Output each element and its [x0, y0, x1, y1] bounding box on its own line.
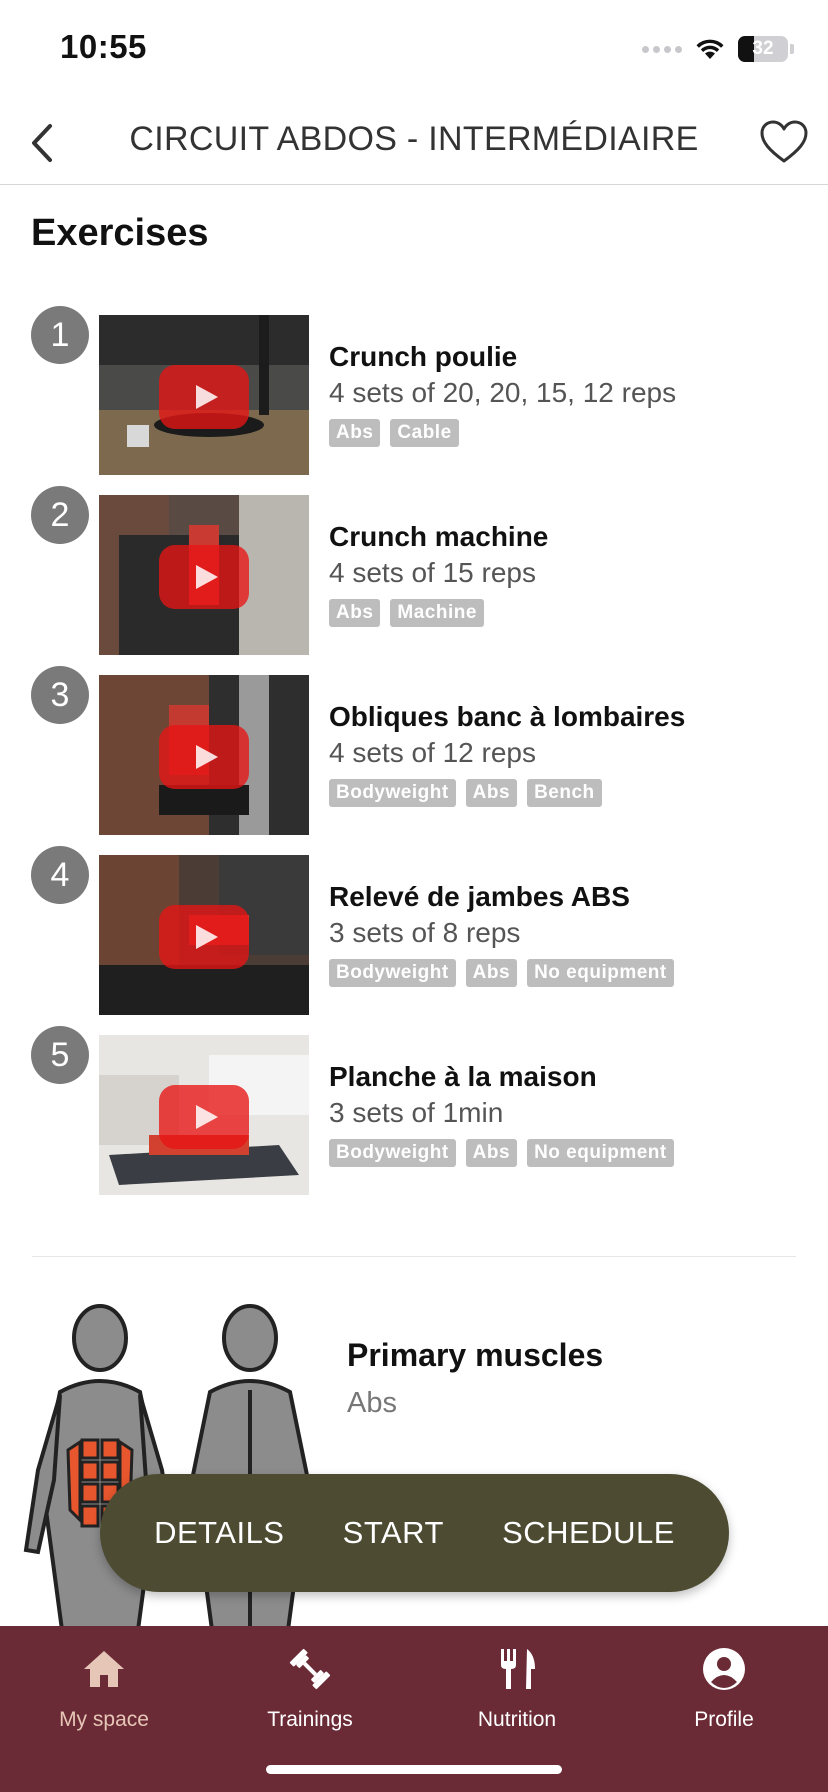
exercise-sets: 4 sets of 20, 20, 15, 12 reps	[329, 377, 677, 408]
tag: Abs	[329, 419, 381, 447]
tag: No equipment	[527, 1139, 674, 1167]
exercise-number: 1	[31, 306, 89, 364]
action-bar: DETAILS START SCHEDULE	[100, 1474, 729, 1592]
exercise-sets: 3 sets of 8 reps	[329, 917, 521, 948]
tab-label: My space	[59, 1708, 149, 1731]
tab-profile[interactable]: Profile	[649, 1644, 799, 1732]
status-bar: 10:55 32	[0, 0, 828, 100]
battery-icon: 32	[738, 36, 788, 62]
schedule-button[interactable]: SCHEDULE	[502, 1515, 675, 1551]
divider	[32, 1256, 796, 1257]
tab-label: Nutrition	[477, 1708, 557, 1731]
exercise-name: Crunch machine	[329, 521, 549, 552]
exercise-list: 1 Crunch poulie 4 sets of 20, 20, 15, 12…	[0, 300, 828, 1200]
exercise-number: 5	[31, 1026, 89, 1084]
page-title: CIRCUIT ABDOS - INTERMÉDIAIRE	[129, 120, 699, 158]
tag: Abs	[329, 599, 381, 627]
primary-muscles-title: Primary muscles	[347, 1337, 604, 1373]
exercise-name: Obliques banc à lombaires	[329, 701, 686, 732]
tag: Bodyweight	[329, 779, 456, 807]
status-icons: 32	[642, 32, 794, 66]
section-title: Exercises	[31, 212, 209, 254]
exercise-sets: 3 sets of 1min	[329, 1097, 504, 1128]
heart-outline-icon	[760, 120, 808, 163]
back-button[interactable]	[18, 118, 68, 168]
details-button[interactable]: DETAILS	[154, 1515, 284, 1551]
battery-level: 32	[752, 38, 774, 59]
wifi-icon	[696, 39, 724, 59]
tab-label: Trainings	[267, 1708, 353, 1731]
profile-icon	[703, 1648, 745, 1690]
play-icon[interactable]	[159, 545, 249, 609]
primary-muscles-value: Abs	[347, 1387, 397, 1419]
tab-trainings[interactable]: Trainings	[235, 1644, 385, 1732]
exercise-thumbnail[interactable]	[99, 855, 309, 1015]
favorite-button[interactable]	[756, 114, 812, 170]
tag: Bodyweight	[329, 1139, 456, 1167]
fork-knife-icon	[501, 1649, 535, 1689]
exercise-sets: 4 sets of 15 reps	[329, 557, 537, 588]
play-icon[interactable]	[159, 365, 249, 429]
status-time: 10:55	[60, 28, 147, 65]
exercise-thumbnail[interactable]	[99, 1035, 309, 1195]
tag: Abs	[465, 779, 518, 807]
exercise-thumbnail[interactable]	[99, 675, 309, 835]
exercise-number: 4	[31, 846, 89, 904]
tag: Abs	[465, 959, 518, 987]
exercise-item[interactable]: 3 Obliques banc à lombaires 4 sets of 12…	[0, 660, 828, 840]
tag: No equipment	[527, 959, 674, 987]
tab-nutrition[interactable]: Nutrition	[442, 1644, 592, 1732]
tab-label: Profile	[694, 1708, 754, 1731]
play-icon[interactable]	[159, 725, 249, 789]
home-indicator	[266, 1765, 562, 1774]
exercise-name: Crunch poulie	[329, 341, 518, 372]
exercise-item[interactable]: 5 Planche à la maison 3 sets of 1min Bod…	[0, 1020, 828, 1200]
tag: Machine	[390, 599, 484, 627]
header: CIRCUIT ABDOS - INTERMÉDIAIRE	[0, 100, 828, 185]
cellular-signal-icon	[642, 45, 682, 53]
tab-my-space[interactable]: My space	[29, 1644, 179, 1732]
tag: Bench	[527, 779, 602, 807]
home-icon	[84, 1651, 124, 1687]
tag: Cable	[390, 419, 459, 447]
tag: Bodyweight	[329, 959, 456, 987]
start-button[interactable]: START	[343, 1515, 444, 1551]
play-icon[interactable]	[159, 905, 249, 969]
exercise-thumbnail[interactable]	[99, 495, 309, 655]
exercise-item[interactable]: 1 Crunch poulie 4 sets of 20, 20, 15, 12…	[0, 300, 828, 480]
exercise-item[interactable]: 4 Relevé de jambes ABS 3 sets of 8 reps …	[0, 840, 828, 1020]
play-icon[interactable]	[159, 1085, 249, 1149]
chevron-left-icon	[32, 124, 52, 162]
tag: Abs	[465, 1139, 518, 1167]
exercise-name: Planche à la maison	[329, 1061, 597, 1092]
exercise-thumbnail[interactable]	[99, 315, 309, 475]
exercise-sets: 4 sets of 12 reps	[329, 737, 537, 768]
dumbbell-icon	[289, 1648, 331, 1690]
exercise-item[interactable]: 2 Crunch machine 4 sets of 15 reps Abs M…	[0, 480, 828, 660]
exercise-number: 3	[31, 666, 89, 724]
exercise-number: 2	[31, 486, 89, 544]
exercise-name: Relevé de jambes ABS	[329, 881, 630, 912]
